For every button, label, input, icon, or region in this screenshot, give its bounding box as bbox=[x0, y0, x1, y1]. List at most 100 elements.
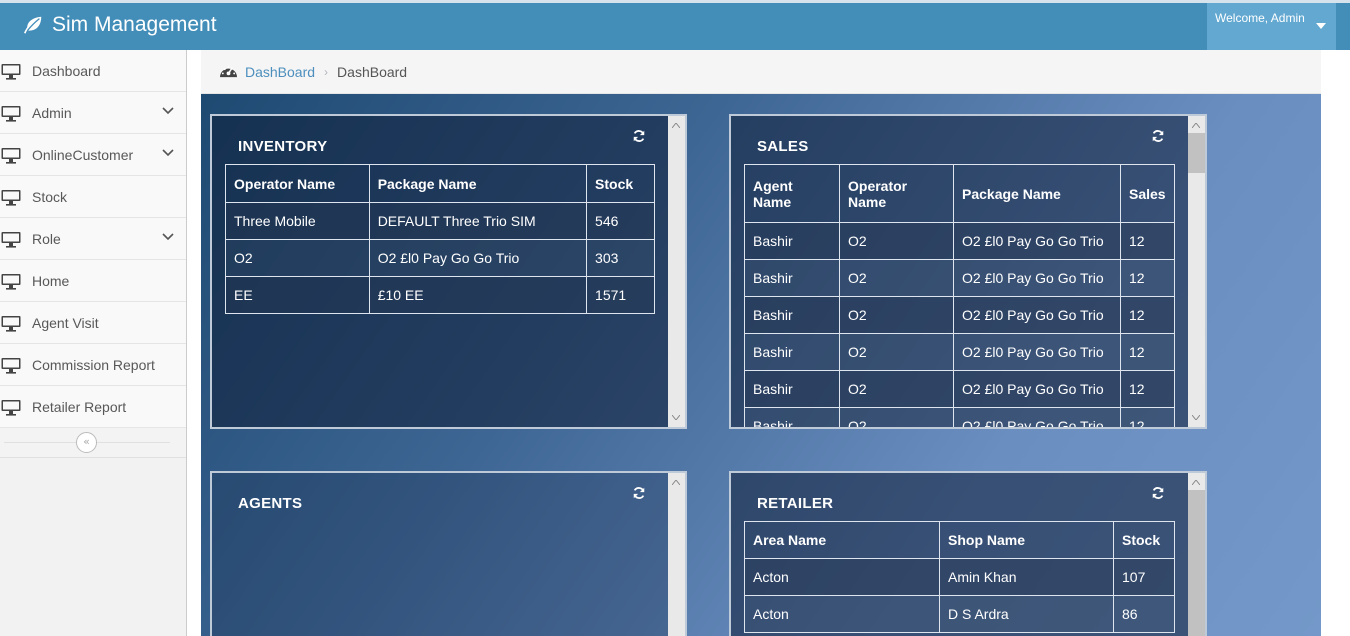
sidebar-item-label: Stock bbox=[32, 188, 68, 205]
top-navbar: Sim Management Welcome, Admin bbox=[0, 0, 1350, 50]
brand[interactable]: Sim Management bbox=[22, 13, 217, 37]
table-body: Bashir O2 O2 £l0 Pay Go Go Trio 12 Bashir O2 O… bbox=[744, 222, 1175, 427]
sidebar-item-onlinecustomer[interactable]: OnlineCustomer bbox=[0, 134, 186, 176]
sidebar-item-role[interactable]: Role bbox=[0, 218, 186, 260]
scrollbar[interactable] bbox=[1188, 473, 1205, 636]
scrollbar[interactable] bbox=[668, 116, 685, 427]
panel-title: RETAILER bbox=[757, 495, 834, 512]
desktop-icon bbox=[1, 190, 21, 206]
table-row: Bashir O2 O2 £l0 Pay Go Go Trio 12 bbox=[744, 407, 1175, 427]
table-cell: O2 bbox=[839, 407, 954, 427]
sidebar-item-retailer-report[interactable]: Retailer Report bbox=[0, 386, 186, 428]
retailer-panel: RETAILER Area Name Shop Name Stock Acton… bbox=[729, 471, 1207, 636]
table-cell: 107 bbox=[1113, 558, 1175, 596]
table-cell: Acton bbox=[744, 558, 940, 596]
refresh-icon[interactable] bbox=[632, 129, 646, 143]
sidebar-item-commission-report[interactable]: Commission Report bbox=[0, 344, 186, 386]
table-cell: Bashir bbox=[744, 259, 840, 297]
scroll-up-icon[interactable] bbox=[1192, 480, 1200, 485]
caret-down-icon bbox=[1316, 23, 1326, 29]
scrollbar[interactable] bbox=[668, 473, 685, 636]
scroll-up-icon[interactable] bbox=[1192, 123, 1200, 128]
table-cell: 12 bbox=[1120, 333, 1175, 371]
table-cell: Acton bbox=[744, 595, 940, 633]
column-header: Operator Name bbox=[839, 164, 954, 223]
sidebar-item-label: Dashboard bbox=[32, 62, 101, 79]
desktop-icon bbox=[1, 274, 21, 290]
scrollbar-thumb[interactable] bbox=[1188, 490, 1205, 636]
scrollbar[interactable] bbox=[1188, 116, 1205, 427]
column-header: Package Name bbox=[368, 164, 588, 203]
scrollbar-thumb[interactable] bbox=[1188, 133, 1205, 173]
sidebar-item-label: Admin bbox=[32, 104, 72, 121]
refresh-icon[interactable] bbox=[632, 486, 646, 500]
table-cell: EE bbox=[225, 276, 370, 314]
leaf-icon bbox=[23, 16, 42, 34]
scroll-down-icon[interactable] bbox=[672, 415, 680, 420]
sidebar-item-label: Role bbox=[32, 230, 61, 247]
chevron-down-icon[interactable] bbox=[162, 149, 174, 157]
sidebar-collapse-button[interactable]: « bbox=[76, 432, 97, 453]
table-cell: 303 bbox=[586, 239, 655, 277]
desktop-icon bbox=[1, 64, 21, 80]
table-cell: 86 bbox=[1113, 595, 1175, 633]
table-cell: 12 bbox=[1120, 296, 1175, 334]
chevron-down-icon[interactable] bbox=[162, 233, 174, 241]
sidebar-item-label: Retailer Report bbox=[32, 398, 127, 415]
table-cell: O2 bbox=[225, 239, 370, 277]
column-header: Stock bbox=[1113, 521, 1175, 559]
sidebar-item-label: Agent Visit bbox=[32, 314, 99, 331]
scroll-down-icon[interactable] bbox=[1192, 415, 1200, 420]
table-row: Three Mobile DEFAULT Three Trio SIM 546 bbox=[225, 202, 655, 240]
sidebar-item-home[interactable]: Home bbox=[0, 260, 186, 302]
table-body: Acton Amin Khan 107 Acton D S Ardra 86 bbox=[744, 558, 1175, 633]
sales-table: Agent Name Operator Name Package Name Sa… bbox=[744, 164, 1175, 427]
column-header: Area Name bbox=[744, 521, 940, 559]
sidebar-item-dashboard[interactable]: Dashboard bbox=[0, 50, 186, 92]
refresh-icon[interactable] bbox=[1151, 486, 1165, 500]
column-header: Package Name bbox=[953, 164, 1121, 223]
desktop-icon bbox=[1, 358, 21, 374]
table-cell: £10 EE bbox=[368, 276, 588, 314]
breadcrumb: DashBoard › DashBoard bbox=[201, 50, 1321, 94]
table-cell: O2 £l0 Pay Go Go Trio bbox=[953, 296, 1121, 334]
desktop-icon bbox=[1, 106, 21, 122]
desktop-icon bbox=[1, 400, 21, 416]
table-cell: Bashir bbox=[744, 407, 840, 427]
table-cell: O2 £l0 Pay Go Go Trio bbox=[953, 222, 1121, 260]
column-header: Operator Name bbox=[225, 164, 370, 203]
breadcrumb-link-dashboard[interactable]: DashBoard bbox=[245, 64, 315, 80]
chevron-down-icon[interactable] bbox=[162, 107, 174, 115]
table-row: Acton Amin Khan 107 bbox=[744, 558, 1175, 596]
sidebar-item-admin[interactable]: Admin bbox=[0, 92, 186, 134]
table-row: Bashir O2 O2 £l0 Pay Go Go Trio 12 bbox=[744, 222, 1175, 260]
column-header: Stock bbox=[586, 164, 655, 203]
sidebar-nav: Dashboard Admin OnlineCustomer Stock Role Hom… bbox=[0, 50, 186, 428]
table-cell: O2 £l0 Pay Go Go Trio bbox=[953, 407, 1121, 427]
panel-content: Area Name Shop Name Stock Acton Amin Khan… bbox=[744, 521, 1175, 636]
dashboard-gauge-icon bbox=[220, 66, 237, 78]
table-row: Bashir O2 O2 £l0 Pay Go Go Trio 12 bbox=[744, 259, 1175, 297]
table-cell: D S Ardra bbox=[939, 595, 1114, 633]
panel-content: Agent Name Operator Name Package Name Sa… bbox=[744, 164, 1175, 427]
sidebar-item-stock[interactable]: Stock bbox=[0, 176, 186, 218]
table-cell: O2 £l0 Pay Go Go Trio bbox=[953, 259, 1121, 297]
table-cell: O2 bbox=[839, 370, 954, 408]
sidebar-item-label: OnlineCustomer bbox=[32, 146, 134, 163]
table-cell: Bashir bbox=[744, 333, 840, 371]
scroll-up-icon[interactable] bbox=[672, 123, 680, 128]
table-row: Bashir O2 O2 £l0 Pay Go Go Trio 12 bbox=[744, 370, 1175, 408]
user-menu[interactable]: Welcome, Admin bbox=[1207, 3, 1336, 50]
scroll-up-icon[interactable] bbox=[672, 480, 680, 485]
refresh-icon[interactable] bbox=[1151, 129, 1165, 143]
sidebar-item-agent-visit[interactable]: Agent Visit bbox=[0, 302, 186, 344]
inventory-panel: INVENTORY Operator Name Package Name Sto… bbox=[210, 114, 687, 429]
table-cell: DEFAULT Three Trio SIM bbox=[368, 202, 588, 240]
table-cell: Three Mobile bbox=[225, 202, 370, 240]
table-row: O2 O2 £l0 Pay Go Go Trio 303 bbox=[225, 239, 655, 277]
table-cell: O2 bbox=[839, 296, 954, 334]
table-cell: O2 £l0 Pay Go Go Trio bbox=[953, 333, 1121, 371]
retailer-table: Area Name Shop Name Stock Acton Amin Khan… bbox=[744, 521, 1175, 633]
inventory-table: Operator Name Package Name Stock Three M… bbox=[225, 164, 655, 314]
table-cell: O2 bbox=[839, 259, 954, 297]
